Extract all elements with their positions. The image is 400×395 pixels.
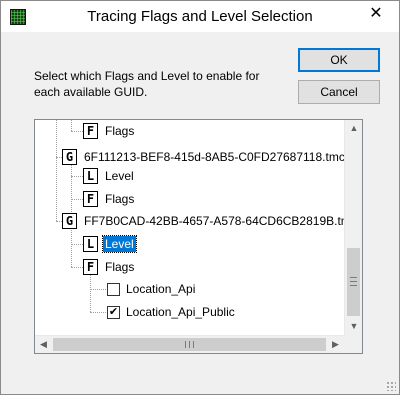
checkbox-unchecked[interactable] <box>107 283 120 296</box>
tree-content: F Flags G 6F111213-BEF8-415d-8AB5-C0FD27… <box>35 120 344 335</box>
tree-line <box>71 176 83 177</box>
tree-item-label: Flags <box>105 260 135 274</box>
scrollbar-corner <box>344 335 362 353</box>
scroll-up-arrow-icon[interactable]: ▲ <box>345 120 362 137</box>
level-icon: L <box>83 236 98 252</box>
ok-button[interactable]: OK <box>298 48 380 72</box>
instructions-text: Select which Flags and Level to enable f… <box>34 69 260 99</box>
tree-line <box>56 157 57 221</box>
cancel-button[interactable]: Cancel <box>298 80 380 104</box>
grip-icon <box>185 341 194 348</box>
grip-icon <box>350 277 357 286</box>
tree-item-label: Level <box>105 169 134 183</box>
tree-line <box>56 120 57 157</box>
tree-line <box>90 289 106 290</box>
tree-item-label: Location_Api <box>126 282 196 296</box>
vertical-scroll-thumb[interactable] <box>347 248 360 316</box>
flags-icon: F <box>83 191 98 207</box>
tree-line <box>71 267 83 268</box>
close-button[interactable]: ✕ <box>359 3 393 25</box>
tree-line <box>71 131 83 132</box>
tree-line <box>71 199 83 200</box>
tree-line <box>71 228 72 267</box>
guid-icon: G <box>62 149 77 165</box>
tree-item-label: FF7B0CAD-42BB-4657-A578-64CD6CB2819B.tmc <box>84 214 344 228</box>
tree-line <box>90 312 106 313</box>
scroll-right-arrow-icon[interactable]: ▶ <box>327 336 344 353</box>
dialog-window: Tracing Flags and Level Selection ✕ Sele… <box>0 0 400 395</box>
tree-item-label: Location_Api_Public <box>126 305 235 319</box>
tree-item-label: Flags <box>105 192 135 206</box>
title-bar[interactable]: Tracing Flags and Level Selection ✕ <box>1 1 399 32</box>
horizontal-scrollbar[interactable]: ◀ ▶ <box>35 335 344 353</box>
flags-icon: F <box>83 123 98 139</box>
vertical-scrollbar[interactable]: ▲ ▼ <box>344 120 362 335</box>
tree-item-label: Flags <box>105 124 135 138</box>
resize-grip-icon[interactable] <box>386 381 396 391</box>
level-icon: L <box>83 168 98 184</box>
tree-line <box>90 275 91 312</box>
dialog-body: Select which Flags and Level to enable f… <box>1 32 399 394</box>
tree-item-label: Level <box>102 235 137 253</box>
scroll-down-arrow-icon[interactable]: ▼ <box>345 318 362 335</box>
guid-icon: G <box>62 213 77 229</box>
tree-line <box>71 244 83 245</box>
guid-tree-view[interactable]: F Flags G 6F111213-BEF8-415d-8AB5-C0FD27… <box>34 119 363 354</box>
checkbox-checked[interactable]: ✔ <box>107 306 120 319</box>
window-title: Tracing Flags and Level Selection <box>87 8 313 25</box>
scroll-left-arrow-icon[interactable]: ◀ <box>35 336 52 353</box>
flags-icon: F <box>83 259 98 275</box>
horizontal-scroll-thumb[interactable] <box>53 338 326 351</box>
tree-line <box>71 120 72 131</box>
